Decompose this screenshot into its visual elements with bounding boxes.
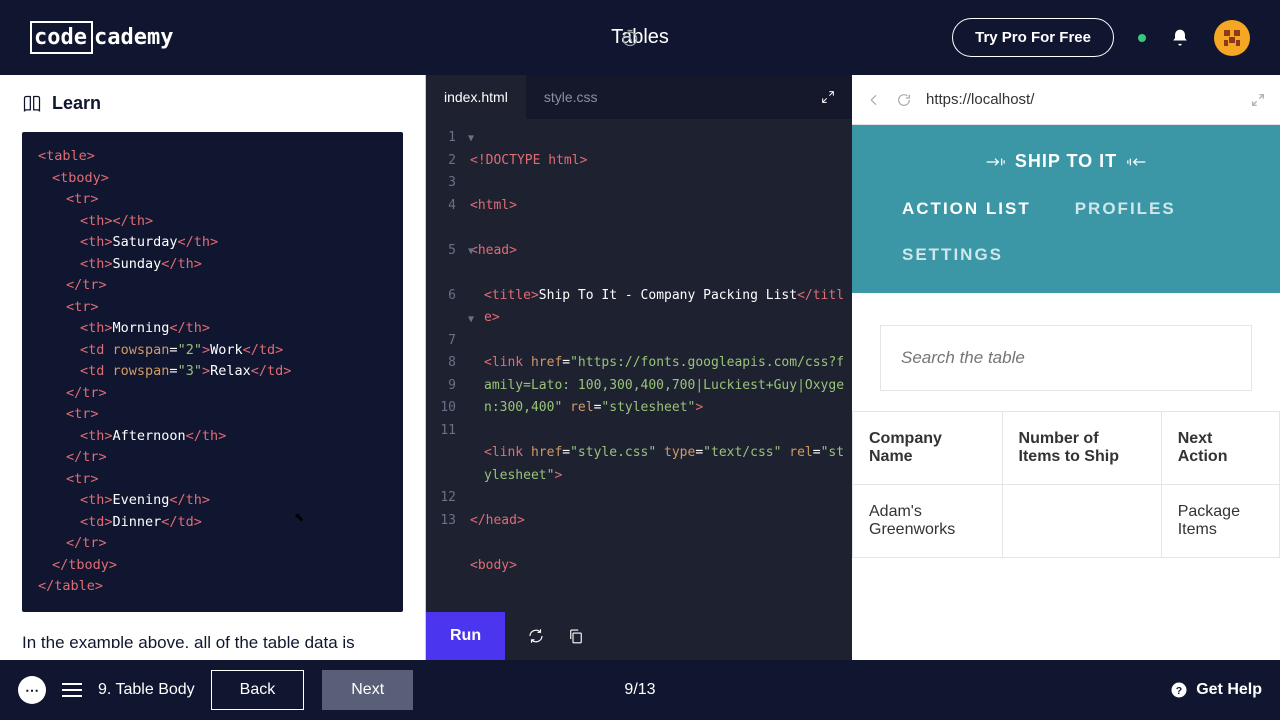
url-field[interactable]: https://localhost/ — [926, 91, 1236, 108]
hero-title: SHIP TO IT — [985, 151, 1147, 172]
data-table: Company Name Number of Items to Ship Nex… — [852, 411, 1280, 558]
get-help-button[interactable]: ? Get Help — [1170, 681, 1262, 699]
bell-icon[interactable] — [1170, 28, 1190, 48]
refresh-icon[interactable] — [527, 627, 545, 645]
svg-text:?: ? — [1176, 685, 1182, 697]
fullscreen-icon[interactable] — [1250, 92, 1266, 108]
th-items: Number of Items to Ship — [1002, 411, 1161, 484]
page-nav: ACTION LIST PROFILES SETTINGS — [872, 173, 1260, 273]
rendered-page: SHIP TO IT ACTION LIST PROFILES SETTINGS… — [852, 125, 1280, 660]
book-icon — [22, 94, 42, 114]
nav-action-list[interactable]: ACTION LIST — [902, 199, 1031, 219]
learn-panel: Learn <table> <tbody> <tr> <th></th> <th… — [0, 75, 426, 660]
help-icon: ? — [1170, 681, 1188, 699]
table-header-row: Company Name Number of Items to Ship Nex… — [853, 411, 1280, 484]
more-menu-icon[interactable]: ⋯ — [18, 676, 46, 704]
tab-style-css[interactable]: style.css — [526, 75, 616, 119]
code-editor: index.html style.css 1234 5 6 7891011 12… — [426, 75, 852, 660]
example-code-block: <table> <tbody> <tr> <th></th> <th>Satur… — [22, 132, 403, 612]
progress-indicator: 9/13 — [624, 681, 655, 699]
try-pro-button[interactable]: Try Pro For Free — [952, 18, 1114, 57]
search-input[interactable] — [880, 325, 1252, 391]
th-company: Company Name — [853, 411, 1003, 484]
nav-settings[interactable]: SETTINGS — [902, 245, 1003, 265]
learn-header: Learn — [0, 75, 425, 132]
header-bar: codecademy Tables Try Pro For Free — [0, 0, 1280, 75]
status-dot — [1138, 34, 1146, 42]
browser-bar: https://localhost/ — [852, 75, 1280, 125]
back-arrow-icon[interactable] — [866, 92, 882, 108]
back-button[interactable]: Back — [211, 670, 305, 710]
lesson-text: In the example above, all of the table d… — [22, 612, 403, 648]
copy-icon[interactable] — [567, 627, 585, 645]
tab-index-html[interactable]: index.html — [426, 75, 526, 119]
table-row: Adam's Greenworks Package Items — [853, 484, 1280, 557]
cell-items — [1002, 484, 1161, 557]
fold-icon[interactable]: ▼ — [468, 128, 474, 151]
fold-icon[interactable]: ▼ — [468, 309, 474, 332]
reload-icon[interactable] — [896, 92, 912, 108]
preview-panel: https://localhost/ SHIP TO IT ACTION LIS… — [852, 75, 1280, 660]
logo[interactable]: codecademy — [30, 25, 173, 50]
arrow-deco-right-icon — [1127, 156, 1147, 168]
cell-company: Adam's Greenworks — [853, 484, 1003, 557]
fold-icon[interactable]: ▼ — [468, 241, 474, 264]
run-button[interactable]: Run — [426, 612, 505, 660]
run-bar: Run — [426, 612, 852, 660]
cell-action: Package Items — [1161, 484, 1279, 557]
main-area: Learn <table> <tbody> <tr> <th></th> <th… — [0, 75, 1280, 660]
footer-bar: ⋯ 9. Table Body Back Next 9/13 ? Get Hel… — [0, 660, 1280, 720]
arrow-deco-left-icon — [985, 156, 1005, 168]
menu-icon[interactable] — [62, 683, 82, 697]
learn-title: Learn — [52, 93, 101, 114]
line-gutter: 1234 5 6 7891011 1213 — [426, 119, 464, 612]
avatar[interactable] — [1214, 20, 1250, 56]
nav-profiles[interactable]: PROFILES — [1075, 199, 1176, 219]
lesson-title: 9. Table Body — [98, 681, 195, 699]
editor-tabs: index.html style.css — [426, 75, 852, 119]
timer-icon[interactable] — [620, 28, 640, 48]
th-action: Next Action — [1161, 411, 1279, 484]
code-area[interactable]: <!DOCTYPE html> <html> <head> <title>Shi… — [464, 119, 852, 612]
expand-icon[interactable] — [804, 75, 852, 119]
next-button[interactable]: Next — [322, 670, 413, 710]
